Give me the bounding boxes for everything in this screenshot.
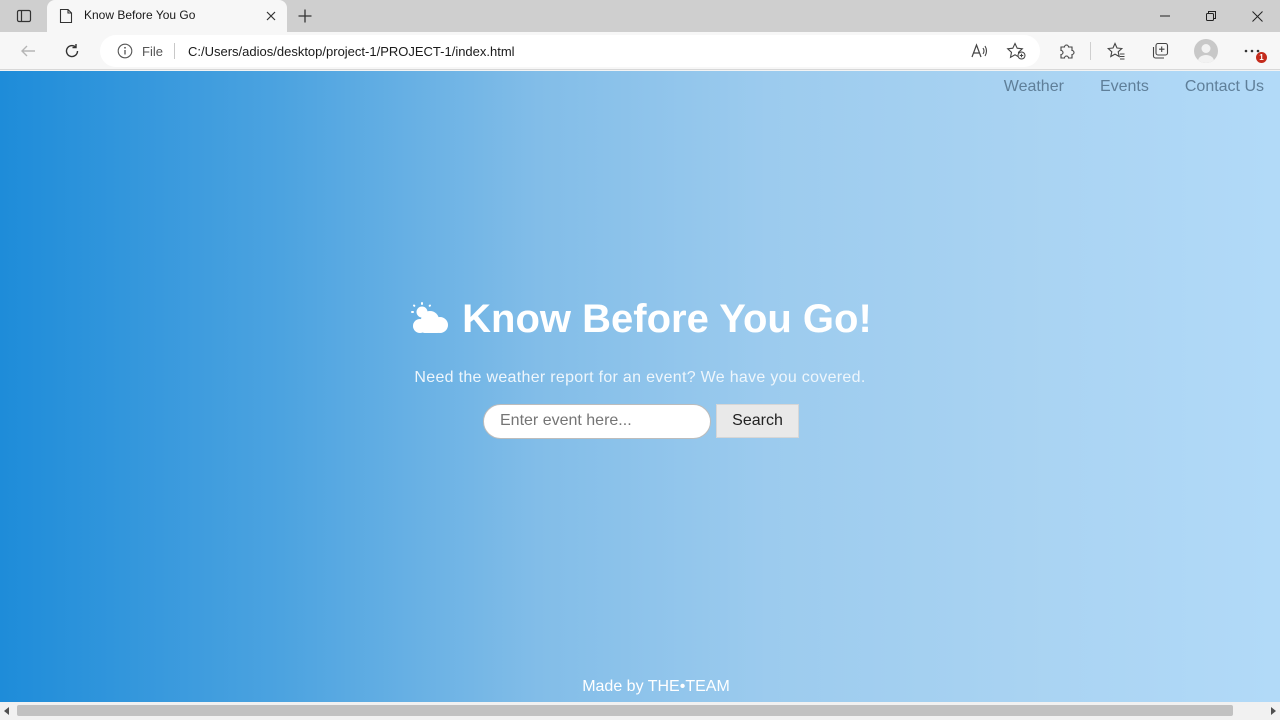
arrow-left-icon <box>4 707 9 715</box>
footer-credit: Made by THE•TEAM <box>582 678 730 695</box>
scroll-right-button[interactable] <box>1268 706 1278 716</box>
page-viewport: Weather Events Contact Us Know Before Yo… <box>0 71 1280 702</box>
refresh-icon <box>65 44 79 58</box>
arrow-right-icon <box>1271 707 1276 715</box>
back-button[interactable] <box>14 37 42 65</box>
scroll-left-button[interactable] <box>2 706 12 716</box>
close-window-button[interactable] <box>1234 0 1280 32</box>
profile-avatar[interactable] <box>1194 39 1218 63</box>
minimize-icon <box>1160 15 1170 17</box>
tab-strip: Know Before You Go <box>0 0 1280 32</box>
read-aloud-button[interactable] <box>968 39 992 63</box>
scrollbar-thumb[interactable] <box>17 705 1233 716</box>
nav-link-events[interactable]: Events <box>1100 78 1149 96</box>
add-favorite-button[interactable] <box>1004 39 1028 63</box>
info-icon[interactable] <box>117 43 133 59</box>
back-arrow-icon <box>21 45 35 57</box>
hero-section: Know Before You Go! Need the weather rep… <box>0 297 1280 439</box>
horizontal-scrollbar[interactable] <box>0 702 1280 720</box>
search-form: Search <box>0 403 1280 439</box>
favorites-icon <box>1107 42 1125 60</box>
tab-title: Know Before You Go <box>84 8 196 22</box>
browser-toolbar: File C:/Users/adios/desktop/project-1/PR… <box>0 32 1280 70</box>
search-button[interactable]: Search <box>716 403 799 438</box>
address-divider <box>174 43 175 59</box>
page-title-text: Know Before You Go! <box>462 297 872 341</box>
puzzle-icon <box>1060 44 1075 59</box>
tab-actions-menu-button[interactable] <box>8 4 40 28</box>
collections-button[interactable] <box>1146 37 1174 65</box>
close-icon <box>1251 10 1263 22</box>
tab-actions-icon <box>16 9 32 23</box>
person-icon <box>1198 44 1214 63</box>
plus-icon <box>298 9 312 23</box>
notification-badge: 1 <box>1256 52 1267 63</box>
favorites-button[interactable] <box>1102 37 1130 65</box>
toolbar-divider <box>1090 42 1091 60</box>
restore-icon <box>1206 11 1216 21</box>
nav-link-weather[interactable]: Weather <box>1004 78 1064 96</box>
minimize-button[interactable] <box>1142 0 1188 32</box>
browser-tab[interactable]: Know Before You Go <box>47 0 287 32</box>
nav-link-contact-us[interactable]: Contact Us <box>1185 78 1264 96</box>
top-nav: Weather Events Contact Us <box>968 78 1264 96</box>
read-aloud-icon <box>971 43 988 58</box>
cloud-sun-icon <box>411 301 449 333</box>
new-tab-button[interactable] <box>292 4 318 28</box>
close-icon <box>266 11 276 21</box>
event-search-input[interactable] <box>483 403 711 439</box>
restore-button[interactable] <box>1188 0 1234 32</box>
url-text[interactable]: C:/Users/adios/desktop/project-1/PROJECT… <box>188 44 515 59</box>
refresh-button[interactable] <box>58 37 86 65</box>
tab-close-button[interactable] <box>263 8 279 24</box>
collections-icon <box>1152 42 1169 59</box>
extensions-button[interactable] <box>1053 37 1081 65</box>
page-subtitle: Need the weather report for an event? We… <box>414 368 866 386</box>
address-bar[interactable]: File C:/Users/adios/desktop/project-1/PR… <box>100 35 1040 67</box>
page-title: Know Before You Go! <box>408 297 872 342</box>
page-icon <box>59 8 73 24</box>
scheme-label: File <box>142 44 163 59</box>
star-add-icon <box>1006 42 1026 60</box>
